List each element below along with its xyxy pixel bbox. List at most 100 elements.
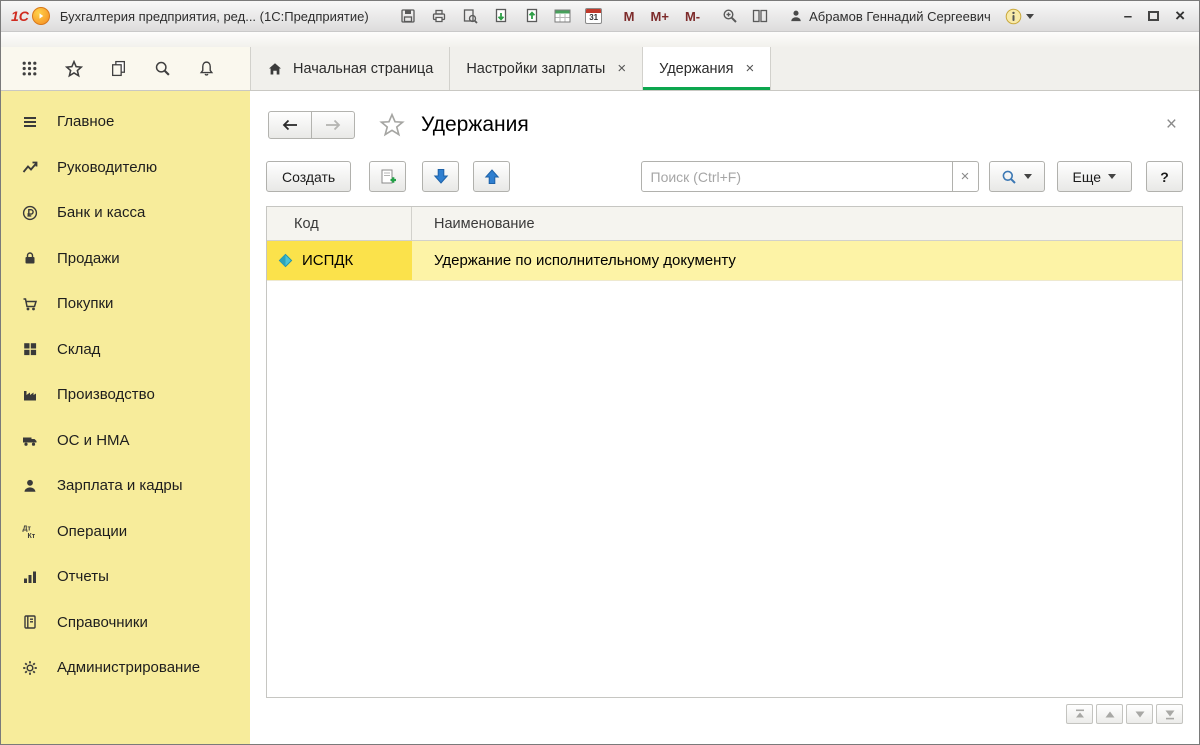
split-view-icon[interactable] bbox=[749, 5, 771, 27]
home-icon bbox=[269, 62, 281, 74]
scroll-top-icon bbox=[1075, 709, 1084, 717]
sidebar-item-label: Склад bbox=[57, 340, 101, 358]
sidebar-item-label: Отчеты bbox=[57, 568, 109, 586]
search-input[interactable] bbox=[640, 161, 953, 192]
print-icon[interactable] bbox=[428, 5, 450, 27]
column-header-name[interactable]: Наименование bbox=[412, 207, 1182, 240]
favorite-toggle[interactable] bbox=[379, 112, 405, 138]
calendar-day-label: 31 bbox=[589, 13, 599, 22]
sidebar-item-sales[interactable]: Продажи bbox=[1, 236, 250, 282]
help-button[interactable]: ? bbox=[1146, 161, 1183, 192]
table-header: Код Наименование bbox=[267, 207, 1182, 241]
back-arrow-icon bbox=[282, 119, 297, 131]
favorites-star-icon[interactable] bbox=[65, 59, 83, 78]
sidebar-item-purchases[interactable]: Покупки bbox=[1, 281, 250, 327]
page-toolbar: Создать × Еще bbox=[250, 139, 1199, 192]
file-import-icon[interactable] bbox=[521, 5, 543, 27]
sidebar-item-administration[interactable]: Администрирование bbox=[1, 645, 250, 691]
sidebar-item-label: Продажи bbox=[57, 249, 120, 267]
bar-chart-icon bbox=[20, 569, 40, 585]
cart-icon bbox=[20, 296, 40, 312]
sidebar-item-directories[interactable]: Справочники bbox=[1, 600, 250, 646]
maximize-button[interactable] bbox=[1148, 11, 1160, 21]
sidebar-item-label: Банк и касса bbox=[57, 204, 146, 222]
scroll-up-button[interactable] bbox=[1096, 704, 1123, 724]
sidebar-item-label: Руководителю bbox=[57, 158, 158, 176]
chrome-gap bbox=[1, 32, 1199, 47]
scroll-bottom-button[interactable] bbox=[1156, 704, 1183, 724]
tab-close-icon[interactable]: × bbox=[617, 60, 626, 77]
current-user[interactable]: Абрамов Геннадий Сергеевич bbox=[789, 9, 991, 24]
column-header-code[interactable]: Код bbox=[267, 207, 412, 240]
grid-icon bbox=[20, 341, 40, 357]
sidebar-item-label: Справочники bbox=[57, 613, 148, 631]
info-menu[interactable] bbox=[1005, 8, 1034, 25]
svg-text:Кт: Кт bbox=[28, 533, 36, 539]
sidebar-item-main[interactable]: Главное bbox=[1, 99, 250, 145]
factory-icon bbox=[20, 387, 40, 403]
notifications-bell-icon[interactable] bbox=[198, 60, 215, 77]
m-minus-button[interactable]: М- bbox=[682, 7, 703, 26]
catalog-item-icon bbox=[278, 253, 293, 268]
save-icon[interactable] bbox=[397, 5, 419, 27]
menu-icon bbox=[20, 114, 40, 130]
sidebar-item-salary-hr[interactable]: Зарплата и кадры bbox=[1, 463, 250, 509]
sidebar-item-warehouse[interactable]: Склад bbox=[1, 327, 250, 373]
magnifier-icon bbox=[1002, 170, 1016, 184]
create-button[interactable]: Создать bbox=[266, 161, 352, 192]
calculator-icon[interactable] bbox=[552, 5, 574, 27]
page-close-icon[interactable]: × bbox=[1162, 114, 1181, 136]
search-options-button[interactable] bbox=[988, 161, 1045, 192]
tab-label: Настройки зарплаты bbox=[466, 60, 606, 77]
1c-logo: 1С bbox=[11, 8, 29, 24]
tab-home[interactable]: Начальная страница bbox=[250, 47, 451, 90]
file-export-icon[interactable] bbox=[490, 5, 512, 27]
sidebar-item-bank-cash[interactable]: Банк и касса bbox=[1, 190, 250, 236]
sidebar-item-reports[interactable]: Отчеты bbox=[1, 554, 250, 600]
calendar-icon[interactable]: 31 bbox=[583, 5, 605, 27]
calendar-box: 31 bbox=[585, 8, 603, 24]
search-clear-icon[interactable]: × bbox=[951, 161, 979, 192]
scroll-down-icon bbox=[1135, 711, 1144, 717]
scroll-down-button[interactable] bbox=[1126, 704, 1153, 724]
back-button[interactable] bbox=[268, 111, 312, 139]
sidebar-item-production[interactable]: Производство bbox=[1, 372, 250, 418]
minimize-button[interactable]: – bbox=[1124, 8, 1132, 25]
forward-button[interactable] bbox=[311, 111, 355, 139]
tab-deductions[interactable]: Удержания × bbox=[643, 47, 772, 90]
history-copy-icon[interactable] bbox=[110, 60, 127, 77]
main-content: Удержания × Создать × bbox=[250, 91, 1199, 744]
main-menu-button[interactable] bbox=[31, 7, 50, 25]
search-icon[interactable] bbox=[154, 60, 171, 77]
tab-close-icon[interactable]: × bbox=[746, 60, 755, 77]
table-row[interactable]: ИСПДК Удержание по исполнительному докум… bbox=[267, 241, 1182, 281]
print-preview-icon[interactable] bbox=[459, 5, 481, 27]
chevron-down-icon bbox=[1108, 174, 1116, 179]
more-button[interactable]: Еще bbox=[1056, 161, 1132, 192]
deductions-table: Код Наименование ИСПДК Удержание по испо… bbox=[266, 206, 1183, 698]
m-plus-button[interactable]: М+ bbox=[648, 7, 672, 26]
tab-label: Удержания bbox=[659, 60, 734, 77]
bag-icon bbox=[20, 250, 40, 266]
scroll-top-button[interactable] bbox=[1066, 704, 1093, 724]
user-icon bbox=[791, 10, 801, 22]
zoom-icon[interactable] bbox=[719, 5, 741, 27]
chevron-down-icon bbox=[1024, 174, 1032, 179]
sidebar-item-manager[interactable]: Руководителю bbox=[1, 145, 250, 191]
arrow-down-icon bbox=[433, 169, 449, 184]
user-name: Абрамов Геннадий Сергеевич bbox=[809, 8, 991, 24]
table-empty-area[interactable] bbox=[267, 281, 1182, 697]
create-group-button[interactable] bbox=[369, 161, 407, 192]
tab-salary-settings[interactable]: Настройки зарплаты × bbox=[450, 47, 644, 90]
sidebar-item-fixed-assets[interactable]: ОС и НМА bbox=[1, 418, 250, 464]
m-button[interactable]: М bbox=[621, 7, 638, 26]
titlebar-toolbar: 31 bbox=[397, 5, 605, 27]
menu-grid-icon[interactable] bbox=[21, 60, 38, 77]
svg-text:Дт: Дт bbox=[23, 526, 32, 533]
close-window-button[interactable]: × bbox=[1175, 6, 1185, 26]
nav-buttons bbox=[268, 111, 355, 139]
move-down-button[interactable] bbox=[422, 161, 460, 192]
open-tabs: Начальная страница Настройки зарплаты × … bbox=[250, 47, 1199, 90]
sidebar-item-operations[interactable]: Дт Кт Операции bbox=[1, 509, 250, 555]
move-up-button[interactable] bbox=[473, 161, 511, 192]
